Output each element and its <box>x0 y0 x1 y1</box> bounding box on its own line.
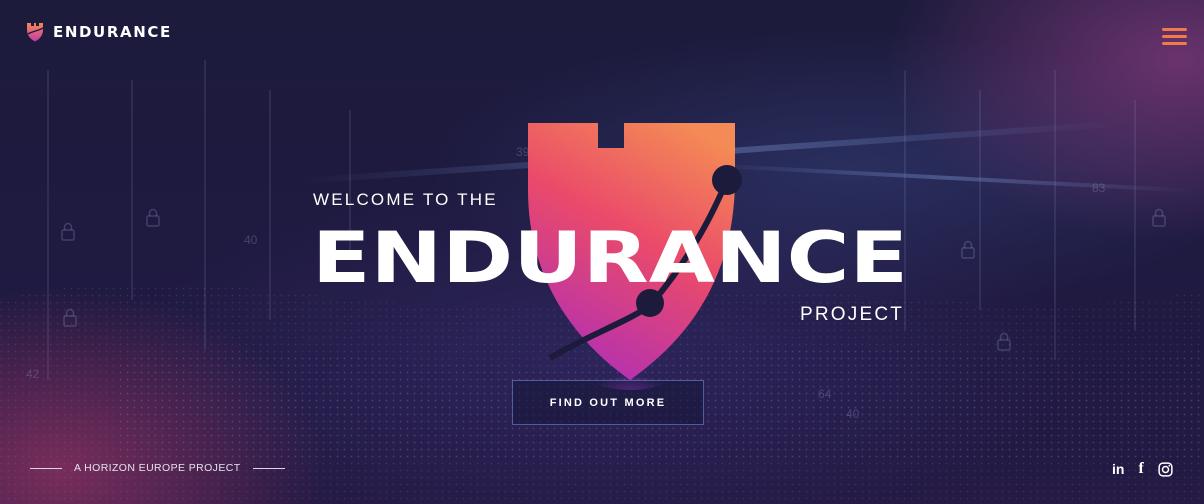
divider-line <box>252 467 285 469</box>
padlock-icon <box>1152 208 1166 227</box>
background-number: 64 <box>818 387 832 401</box>
hero-wordmark: ENDURANCE <box>312 217 908 296</box>
hero-section: 40 39 83 64 42 40 ENDURANCE WELCOME TO T… <box>0 0 1204 504</box>
brand-name: ENDURANCE <box>53 23 172 41</box>
background-number: 83 <box>1092 181 1106 195</box>
background-number: 40 <box>244 233 258 247</box>
padlock-icon <box>961 240 975 259</box>
social-links: in f <box>1112 460 1173 478</box>
padlock-icon <box>61 222 75 241</box>
instagram-icon[interactable] <box>1158 460 1173 478</box>
horizon-europe-tagline: A HORIZON EUROPE PROJECT <box>30 462 285 474</box>
brand-logo[interactable]: ENDURANCE <box>25 22 172 42</box>
shield-logo-icon <box>27 23 44 42</box>
facebook-icon[interactable]: f <box>1138 460 1143 478</box>
divider-line <box>30 467 62 469</box>
welcome-text: WELCOME TO THE <box>313 190 498 209</box>
linkedin-icon[interactable]: in <box>1112 460 1124 478</box>
padlock-icon <box>146 208 160 227</box>
find-out-more-button[interactable]: FIND OUT MORE <box>512 380 704 425</box>
tagline-text: A HORIZON EUROPE PROJECT <box>74 462 241 474</box>
top-navigation: ENDURANCE <box>0 0 1204 64</box>
background-number: 40 <box>846 407 860 421</box>
hamburger-menu-icon[interactable] <box>1162 26 1188 46</box>
background-number: 42 <box>26 367 40 381</box>
project-subtitle: PROJECT <box>800 304 905 325</box>
wordmark-text: ENDURANCE <box>312 217 908 296</box>
